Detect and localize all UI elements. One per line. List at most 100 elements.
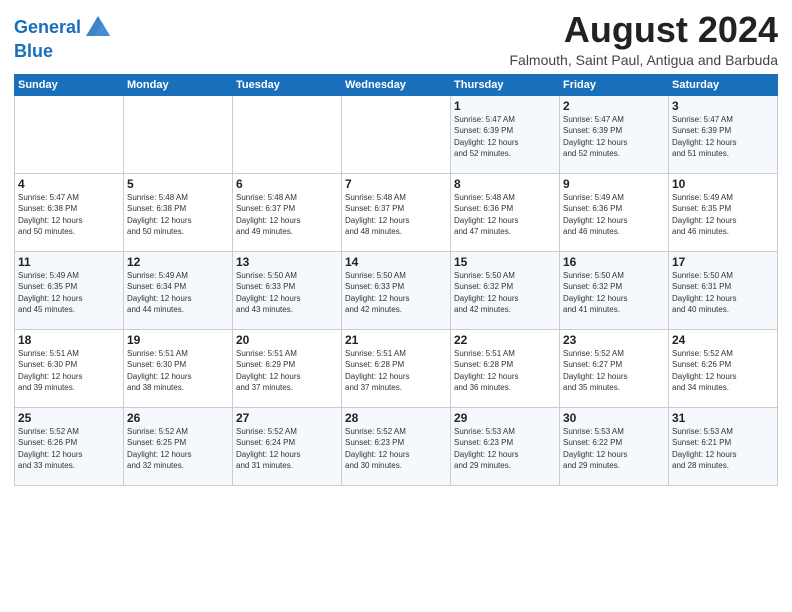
day-number: 4 (18, 177, 120, 191)
calendar-cell: 17Sunrise: 5:50 AM Sunset: 6:31 PM Dayli… (669, 251, 778, 329)
col-header-thursday: Thursday (451, 74, 560, 95)
day-number: 2 (563, 99, 665, 113)
day-number: 8 (454, 177, 556, 191)
col-header-monday: Monday (124, 74, 233, 95)
day-info: Sunrise: 5:51 AM Sunset: 6:28 PM Dayligh… (345, 348, 447, 394)
day-info: Sunrise: 5:48 AM Sunset: 6:37 PM Dayligh… (236, 192, 338, 238)
day-number: 11 (18, 255, 120, 269)
calendar-cell: 2Sunrise: 5:47 AM Sunset: 6:39 PM Daylig… (560, 95, 669, 173)
day-info: Sunrise: 5:47 AM Sunset: 6:39 PM Dayligh… (454, 114, 556, 160)
calendar-cell (124, 95, 233, 173)
calendar-cell: 15Sunrise: 5:50 AM Sunset: 6:32 PM Dayli… (451, 251, 560, 329)
calendar-cell: 12Sunrise: 5:49 AM Sunset: 6:34 PM Dayli… (124, 251, 233, 329)
calendar-cell: 1Sunrise: 5:47 AM Sunset: 6:39 PM Daylig… (451, 95, 560, 173)
calendar-cell (233, 95, 342, 173)
day-number: 28 (345, 411, 447, 425)
day-number: 1 (454, 99, 556, 113)
day-number: 3 (672, 99, 774, 113)
day-info: Sunrise: 5:52 AM Sunset: 6:26 PM Dayligh… (18, 426, 120, 472)
calendar-cell: 13Sunrise: 5:50 AM Sunset: 6:33 PM Dayli… (233, 251, 342, 329)
day-info: Sunrise: 5:51 AM Sunset: 6:30 PM Dayligh… (127, 348, 229, 394)
day-number: 31 (672, 411, 774, 425)
day-number: 9 (563, 177, 665, 191)
logo: General Blue (14, 14, 112, 62)
day-number: 19 (127, 333, 229, 347)
day-info: Sunrise: 5:50 AM Sunset: 6:33 PM Dayligh… (236, 270, 338, 316)
calendar-cell: 10Sunrise: 5:49 AM Sunset: 6:35 PM Dayli… (669, 173, 778, 251)
col-header-wednesday: Wednesday (342, 74, 451, 95)
calendar-cell: 26Sunrise: 5:52 AM Sunset: 6:25 PM Dayli… (124, 407, 233, 485)
day-info: Sunrise: 5:52 AM Sunset: 6:25 PM Dayligh… (127, 426, 229, 472)
day-number: 29 (454, 411, 556, 425)
day-info: Sunrise: 5:50 AM Sunset: 6:32 PM Dayligh… (563, 270, 665, 316)
col-header-tuesday: Tuesday (233, 74, 342, 95)
calendar-cell (15, 95, 124, 173)
calendar-cell: 20Sunrise: 5:51 AM Sunset: 6:29 PM Dayli… (233, 329, 342, 407)
calendar-cell: 14Sunrise: 5:50 AM Sunset: 6:33 PM Dayli… (342, 251, 451, 329)
day-info: Sunrise: 5:48 AM Sunset: 6:36 PM Dayligh… (454, 192, 556, 238)
calendar-cell: 3Sunrise: 5:47 AM Sunset: 6:39 PM Daylig… (669, 95, 778, 173)
calendar-cell: 27Sunrise: 5:52 AM Sunset: 6:24 PM Dayli… (233, 407, 342, 485)
day-number: 23 (563, 333, 665, 347)
day-info: Sunrise: 5:50 AM Sunset: 6:33 PM Dayligh… (345, 270, 447, 316)
day-number: 10 (672, 177, 774, 191)
day-info: Sunrise: 5:51 AM Sunset: 6:28 PM Dayligh… (454, 348, 556, 394)
header: General Blue August 2024 Falmouth, Saint… (14, 10, 778, 68)
col-header-sunday: Sunday (15, 74, 124, 95)
calendar-cell: 5Sunrise: 5:48 AM Sunset: 6:38 PM Daylig… (124, 173, 233, 251)
day-info: Sunrise: 5:47 AM Sunset: 6:39 PM Dayligh… (563, 114, 665, 160)
day-info: Sunrise: 5:53 AM Sunset: 6:21 PM Dayligh… (672, 426, 774, 472)
col-header-friday: Friday (560, 74, 669, 95)
day-number: 25 (18, 411, 120, 425)
calendar-table: SundayMondayTuesdayWednesdayThursdayFrid… (14, 74, 778, 486)
day-number: 5 (127, 177, 229, 191)
calendar-cell: 22Sunrise: 5:51 AM Sunset: 6:28 PM Dayli… (451, 329, 560, 407)
calendar-cell: 21Sunrise: 5:51 AM Sunset: 6:28 PM Dayli… (342, 329, 451, 407)
day-number: 12 (127, 255, 229, 269)
day-number: 13 (236, 255, 338, 269)
day-info: Sunrise: 5:51 AM Sunset: 6:30 PM Dayligh… (18, 348, 120, 394)
calendar-cell: 25Sunrise: 5:52 AM Sunset: 6:26 PM Dayli… (15, 407, 124, 485)
day-info: Sunrise: 5:52 AM Sunset: 6:26 PM Dayligh… (672, 348, 774, 394)
day-info: Sunrise: 5:53 AM Sunset: 6:23 PM Dayligh… (454, 426, 556, 472)
day-info: Sunrise: 5:47 AM Sunset: 6:39 PM Dayligh… (672, 114, 774, 160)
day-number: 18 (18, 333, 120, 347)
day-info: Sunrise: 5:52 AM Sunset: 6:27 PM Dayligh… (563, 348, 665, 394)
calendar-cell: 4Sunrise: 5:47 AM Sunset: 6:38 PM Daylig… (15, 173, 124, 251)
day-info: Sunrise: 5:48 AM Sunset: 6:37 PM Dayligh… (345, 192, 447, 238)
day-info: Sunrise: 5:49 AM Sunset: 6:35 PM Dayligh… (18, 270, 120, 316)
day-number: 26 (127, 411, 229, 425)
day-number: 24 (672, 333, 774, 347)
title-block: August 2024 Falmouth, Saint Paul, Antigu… (509, 10, 778, 68)
calendar-cell: 8Sunrise: 5:48 AM Sunset: 6:36 PM Daylig… (451, 173, 560, 251)
calendar-cell: 24Sunrise: 5:52 AM Sunset: 6:26 PM Dayli… (669, 329, 778, 407)
calendar-cell (342, 95, 451, 173)
day-info: Sunrise: 5:50 AM Sunset: 6:32 PM Dayligh… (454, 270, 556, 316)
day-number: 15 (454, 255, 556, 269)
calendar-cell: 16Sunrise: 5:50 AM Sunset: 6:32 PM Dayli… (560, 251, 669, 329)
day-number: 6 (236, 177, 338, 191)
day-info: Sunrise: 5:51 AM Sunset: 6:29 PM Dayligh… (236, 348, 338, 394)
calendar-cell: 28Sunrise: 5:52 AM Sunset: 6:23 PM Dayli… (342, 407, 451, 485)
calendar-cell: 23Sunrise: 5:52 AM Sunset: 6:27 PM Dayli… (560, 329, 669, 407)
day-number: 16 (563, 255, 665, 269)
calendar-cell: 19Sunrise: 5:51 AM Sunset: 6:30 PM Dayli… (124, 329, 233, 407)
day-info: Sunrise: 5:49 AM Sunset: 6:34 PM Dayligh… (127, 270, 229, 316)
day-info: Sunrise: 5:52 AM Sunset: 6:23 PM Dayligh… (345, 426, 447, 472)
day-number: 27 (236, 411, 338, 425)
day-info: Sunrise: 5:49 AM Sunset: 6:35 PM Dayligh… (672, 192, 774, 238)
day-info: Sunrise: 5:50 AM Sunset: 6:31 PM Dayligh… (672, 270, 774, 316)
day-info: Sunrise: 5:52 AM Sunset: 6:24 PM Dayligh… (236, 426, 338, 472)
day-number: 30 (563, 411, 665, 425)
calendar-cell: 11Sunrise: 5:49 AM Sunset: 6:35 PM Dayli… (15, 251, 124, 329)
day-number: 7 (345, 177, 447, 191)
calendar-cell: 29Sunrise: 5:53 AM Sunset: 6:23 PM Dayli… (451, 407, 560, 485)
day-info: Sunrise: 5:47 AM Sunset: 6:38 PM Dayligh… (18, 192, 120, 238)
calendar-cell: 6Sunrise: 5:48 AM Sunset: 6:37 PM Daylig… (233, 173, 342, 251)
day-number: 20 (236, 333, 338, 347)
day-info: Sunrise: 5:48 AM Sunset: 6:38 PM Dayligh… (127, 192, 229, 238)
calendar-cell: 9Sunrise: 5:49 AM Sunset: 6:36 PM Daylig… (560, 173, 669, 251)
logo-text2: Blue (14, 41, 53, 61)
calendar-cell: 31Sunrise: 5:53 AM Sunset: 6:21 PM Dayli… (669, 407, 778, 485)
calendar-cell: 7Sunrise: 5:48 AM Sunset: 6:37 PM Daylig… (342, 173, 451, 251)
